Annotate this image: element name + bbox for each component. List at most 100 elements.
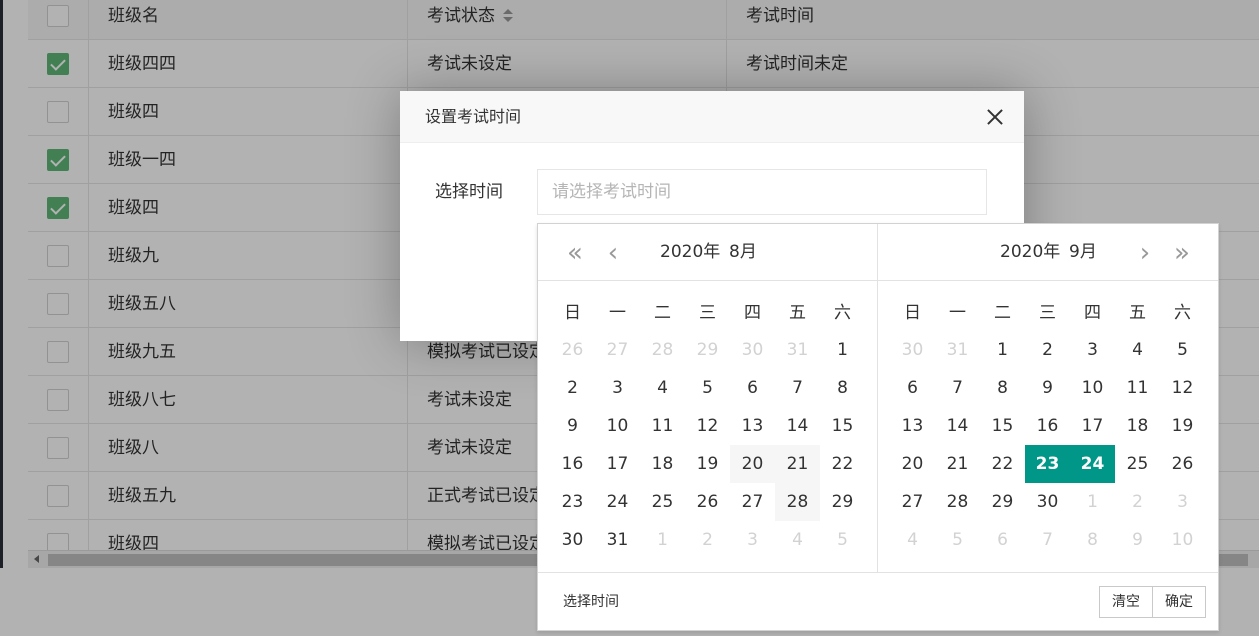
select-time-label: 选择时间 [435,182,503,202]
day-cell[interactable]: 13 [890,407,935,445]
day-cell[interactable]: 5 [685,369,730,407]
day-cell[interactable]: 4 [1115,331,1160,369]
day-cell[interactable]: 31 [775,331,820,369]
day-cell[interactable]: 4 [640,369,685,407]
day-cell[interactable]: 20 [890,445,935,483]
day-cell[interactable]: 27 [595,331,640,369]
prev-month-icon[interactable]: ‹ [600,239,626,267]
day-cell[interactable]: 4 [775,521,820,559]
day-cell[interactable]: 3 [1070,331,1115,369]
day-cell[interactable]: 29 [980,483,1025,521]
day-cell[interactable]: 21 [775,445,820,483]
left-month[interactable]: 8月 [729,224,757,281]
selected-day-cell[interactable]: 24 [1070,445,1115,483]
day-cell[interactable]: 30 [890,331,935,369]
day-cell[interactable]: 5 [1160,331,1205,369]
day-cell[interactable]: 11 [640,407,685,445]
day-cell[interactable]: 10 [1070,369,1115,407]
day-cell[interactable]: 9 [1025,369,1070,407]
day-cell[interactable]: 27 [730,483,775,521]
day-cell[interactable]: 2 [1115,483,1160,521]
day-cell[interactable]: 26 [685,483,730,521]
calendar-panel-left: « ‹ 2020年 8月 日一二三四五六 26 27 28 29 30 31 1 2 3 4 5 6 7… [538,224,878,572]
day-cell[interactable]: 2 [550,369,595,407]
day-cell[interactable]: 6 [890,369,935,407]
confirm-button[interactable]: 确定 [1153,586,1206,618]
day-cell[interactable]: 3 [1160,483,1205,521]
day-cell[interactable]: 6 [980,521,1025,559]
picker-footer-label[interactable]: 选择时间 [563,573,619,631]
day-cell[interactable]: 31 [935,331,980,369]
day-cell[interactable]: 28 [935,483,980,521]
day-cell[interactable]: 4 [890,521,935,559]
day-cell[interactable]: 30 [1025,483,1070,521]
day-cell[interactable]: 7 [935,369,980,407]
day-cell[interactable]: 5 [935,521,980,559]
day-cell[interactable]: 1 [820,331,865,369]
day-cell[interactable]: 1 [640,521,685,559]
day-cell[interactable]: 8 [820,369,865,407]
prev-year-icon[interactable]: « [562,239,588,267]
day-cell[interactable]: 26 [550,331,595,369]
next-month-icon[interactable]: › [1132,239,1158,267]
next-year-icon[interactable]: » [1169,239,1195,267]
day-cell[interactable]: 16 [1025,407,1070,445]
close-icon[interactable] [986,108,1004,126]
day-cell[interactable]: 22 [820,445,865,483]
day-cell[interactable]: 1 [980,331,1025,369]
day-cell[interactable]: 30 [730,331,775,369]
day-cell[interactable]: 11 [1115,369,1160,407]
day-cell[interactable]: 15 [980,407,1025,445]
day-cell[interactable]: 15 [820,407,865,445]
day-cell[interactable]: 8 [1070,521,1115,559]
day-cell[interactable]: 3 [730,521,775,559]
clear-button[interactable]: 清空 [1099,586,1153,618]
day-cell[interactable]: 13 [730,407,775,445]
day-cell[interactable]: 6 [730,369,775,407]
day-cell[interactable]: 7 [1025,521,1070,559]
selected-day-cell[interactable]: 23 [1025,445,1070,483]
weekday-label: 二 [994,303,1011,323]
day-cell[interactable]: 17 [595,445,640,483]
day-cell[interactable]: 3 [595,369,640,407]
day-cell[interactable]: 7 [775,369,820,407]
day-cell[interactable]: 8 [980,369,1025,407]
day-cell[interactable]: 29 [820,483,865,521]
day-cell[interactable]: 26 [1160,445,1205,483]
day-cell[interactable]: 17 [1070,407,1115,445]
day-cell[interactable]: 18 [640,445,685,483]
day-cell[interactable]: 16 [550,445,595,483]
day-cell[interactable]: 1 [1070,483,1115,521]
day-cell[interactable]: 29 [685,331,730,369]
day-cell[interactable]: 20 [730,445,775,483]
day-cell[interactable]: 22 [980,445,1025,483]
day-cell[interactable]: 18 [1115,407,1160,445]
day-cell[interactable]: 28 [640,331,685,369]
day-cell[interactable]: 25 [1115,445,1160,483]
day-cell[interactable]: 14 [935,407,980,445]
day-cell[interactable]: 2 [685,521,730,559]
right-month[interactable]: 9月 [1069,224,1097,281]
day-cell[interactable]: 2 [1025,331,1070,369]
day-cell[interactable]: 21 [935,445,980,483]
day-cell[interactable]: 30 [550,521,595,559]
day-cell[interactable]: 27 [890,483,935,521]
day-cell[interactable]: 10 [595,407,640,445]
day-cell[interactable]: 19 [685,445,730,483]
day-cell[interactable]: 12 [685,407,730,445]
day-cell[interactable]: 9 [550,407,595,445]
right-year[interactable]: 2020年 [1000,224,1060,281]
day-cell[interactable]: 24 [595,483,640,521]
day-cell[interactable]: 28 [775,483,820,521]
day-cell[interactable]: 14 [775,407,820,445]
day-cell[interactable]: 12 [1160,369,1205,407]
day-cell[interactable]: 31 [595,521,640,559]
day-cell[interactable]: 25 [640,483,685,521]
left-year[interactable]: 2020年 [660,224,720,281]
day-cell[interactable]: 23 [550,483,595,521]
day-cell[interactable]: 10 [1160,521,1205,559]
day-cell[interactable]: 9 [1115,521,1160,559]
exam-time-input[interactable] [537,169,987,215]
day-cell[interactable]: 5 [820,521,865,559]
day-cell[interactable]: 19 [1160,407,1205,445]
